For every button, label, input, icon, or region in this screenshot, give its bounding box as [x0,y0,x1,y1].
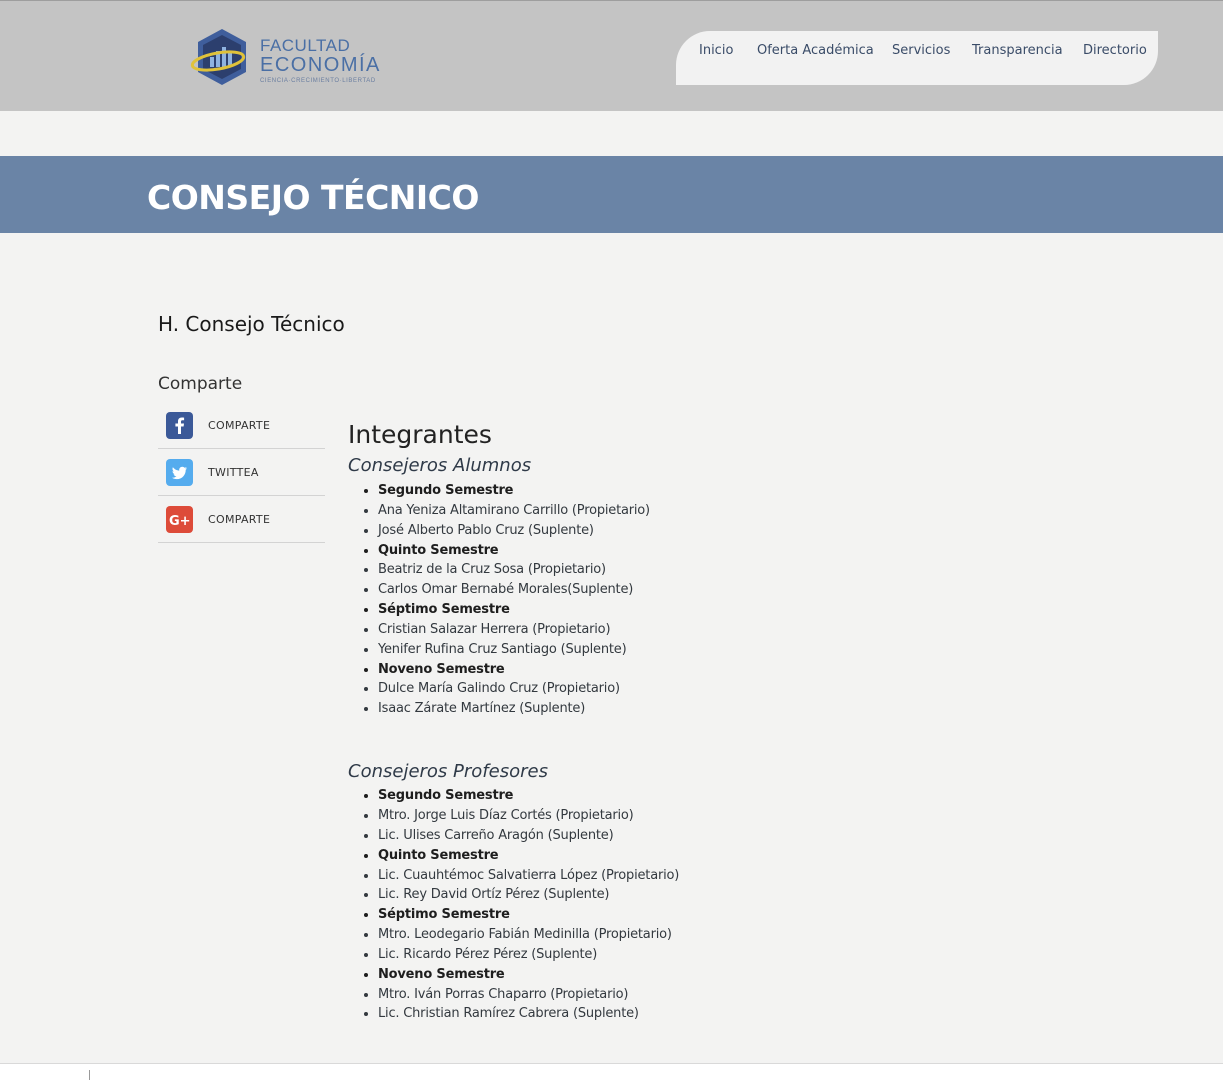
nav-link-servicios[interactable]: Servicios [892,43,950,58]
profesores-list: Segundo Semestre Mtro. Jorge Luis Díaz C… [348,786,848,1024]
facebook-icon [166,412,193,439]
list-item: Quinto Semestre [378,541,848,561]
share-twitter-label: TWITTEA [208,466,259,479]
alumnos-list: Segundo Semestre Ana Yeniza Altamirano C… [348,481,848,719]
members-title: Integrantes [348,420,492,449]
logo-line-1: FACULTAD [260,36,351,55]
members-section: Integrantes Consejeros Alumnos Segundo S… [348,420,848,1024]
list-item: Mtro. Jorge Luis Díaz Cortés (Propietari… [378,806,848,826]
list-item: Cristian Salazar Herrera (Propietario) [378,620,848,640]
nav-link-directorio[interactable]: Directorio [1083,43,1147,58]
share-twitter-button[interactable]: TWITTEA [158,449,325,496]
share-google-plus-label: COMPARTE [208,513,271,526]
main-nav: Inicio Oferta Académica Servicios Transp… [676,31,1158,85]
nav-link-oferta-academica[interactable]: Oferta Académica [757,43,874,58]
list-item: Mtro. Leodegario Fabián Medinilla (Propi… [378,925,848,945]
banner-title: CONSEJO TÉCNICO [147,178,479,217]
list-item: Noveno Semestre [378,965,848,985]
list-item: Isaac Zárate Martínez (Suplente) [378,699,848,719]
site-header: FACULTAD ECONOMÍA CIENCIA·CRECIMIENTO·LI… [0,0,1223,112]
list-item: Lic. Ulises Carreño Aragón (Suplente) [378,826,848,846]
list-item: Quinto Semestre [378,846,848,866]
list-item: Séptimo Semestre [378,905,848,925]
page-banner: CONSEJO TÉCNICO [0,156,1223,233]
list-item: Lic. Christian Ramírez Cabrera (Suplente… [378,1004,848,1024]
nav-link-transparencia[interactable]: Transparencia [972,43,1063,58]
list-item: Carlos Omar Bernabé Morales(Suplente) [378,580,848,600]
list-item: Dulce María Galindo Cruz (Propietario) [378,679,848,699]
logo-emblem-icon [190,29,246,85]
share-facebook-label: COMPARTE [208,419,271,432]
twitter-icon [166,459,193,486]
share-facebook-button[interactable]: COMPARTE [158,402,325,449]
list-item: Lic. Ricardo Pérez Pérez (Suplente) [378,945,848,965]
list-item: Segundo Semestre [378,481,848,501]
list-item: Ana Yeniza Altamirano Carrillo (Propieta… [378,501,848,521]
google-plus-icon: G+ [166,506,193,533]
list-item: Segundo Semestre [378,786,848,806]
group-title-profesores: Consejeros Profesores [348,761,548,783]
faculty-logo[interactable]: FACULTAD ECONOMÍA CIENCIA·CRECIMIENTO·LI… [190,27,420,91]
share-google-plus-button[interactable]: G+ COMPARTE [158,496,325,543]
list-item: Mtro. Iván Porras Chaparro (Propietario) [378,985,848,1005]
svg-text:G+: G+ [169,514,191,529]
group-title-alumnos: Consejeros Alumnos [348,455,532,476]
list-item: Séptimo Semestre [378,600,848,620]
header-spacer [0,111,1223,156]
list-item: Noveno Semestre [378,660,848,680]
list-item: Lic. Rey David Ortíz Pérez (Suplente) [378,885,848,905]
list-item: Lic. Cuauhtémoc Salvatierra López (Propi… [378,866,848,886]
page-title: H. Consejo Técnico [158,312,345,336]
footer-strip [0,1064,1223,1080]
logo-tagline: CIENCIA·CRECIMIENTO·LIBERTAD [260,78,376,84]
logo-line-2: ECONOMÍA [260,54,381,76]
footer-tick [89,1070,90,1080]
nav-link-inicio[interactable]: Inicio [699,43,733,58]
share-heading: Comparte [158,374,243,394]
list-item: Beatriz de la Cruz Sosa (Propietario) [378,560,848,580]
list-item: José Alberto Pablo Cruz (Suplente) [378,521,848,541]
share-list: COMPARTE TWITTEA G+ COMPARTE [158,402,325,543]
list-item: Yenifer Rufina Cruz Santiago (Suplente) [378,640,848,660]
